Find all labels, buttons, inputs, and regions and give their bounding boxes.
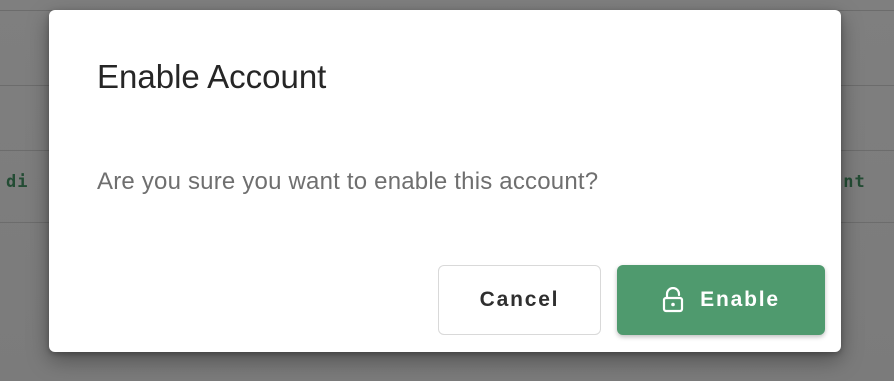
dialog-message: Are you sure you want to enable this acc… — [97, 168, 599, 195]
dialog-title: Enable Account — [97, 58, 327, 95]
cancel-button-label: Cancel — [479, 288, 560, 311]
unlock-icon — [662, 286, 684, 313]
cancel-button[interactable]: Cancel — [438, 265, 601, 335]
background-text-left: di — [6, 172, 29, 192]
enable-account-dialog: Enable Account Are you sure you want to … — [49, 10, 841, 352]
enable-button-label: Enable — [700, 288, 780, 311]
enable-button[interactable]: Enable — [617, 265, 825, 335]
